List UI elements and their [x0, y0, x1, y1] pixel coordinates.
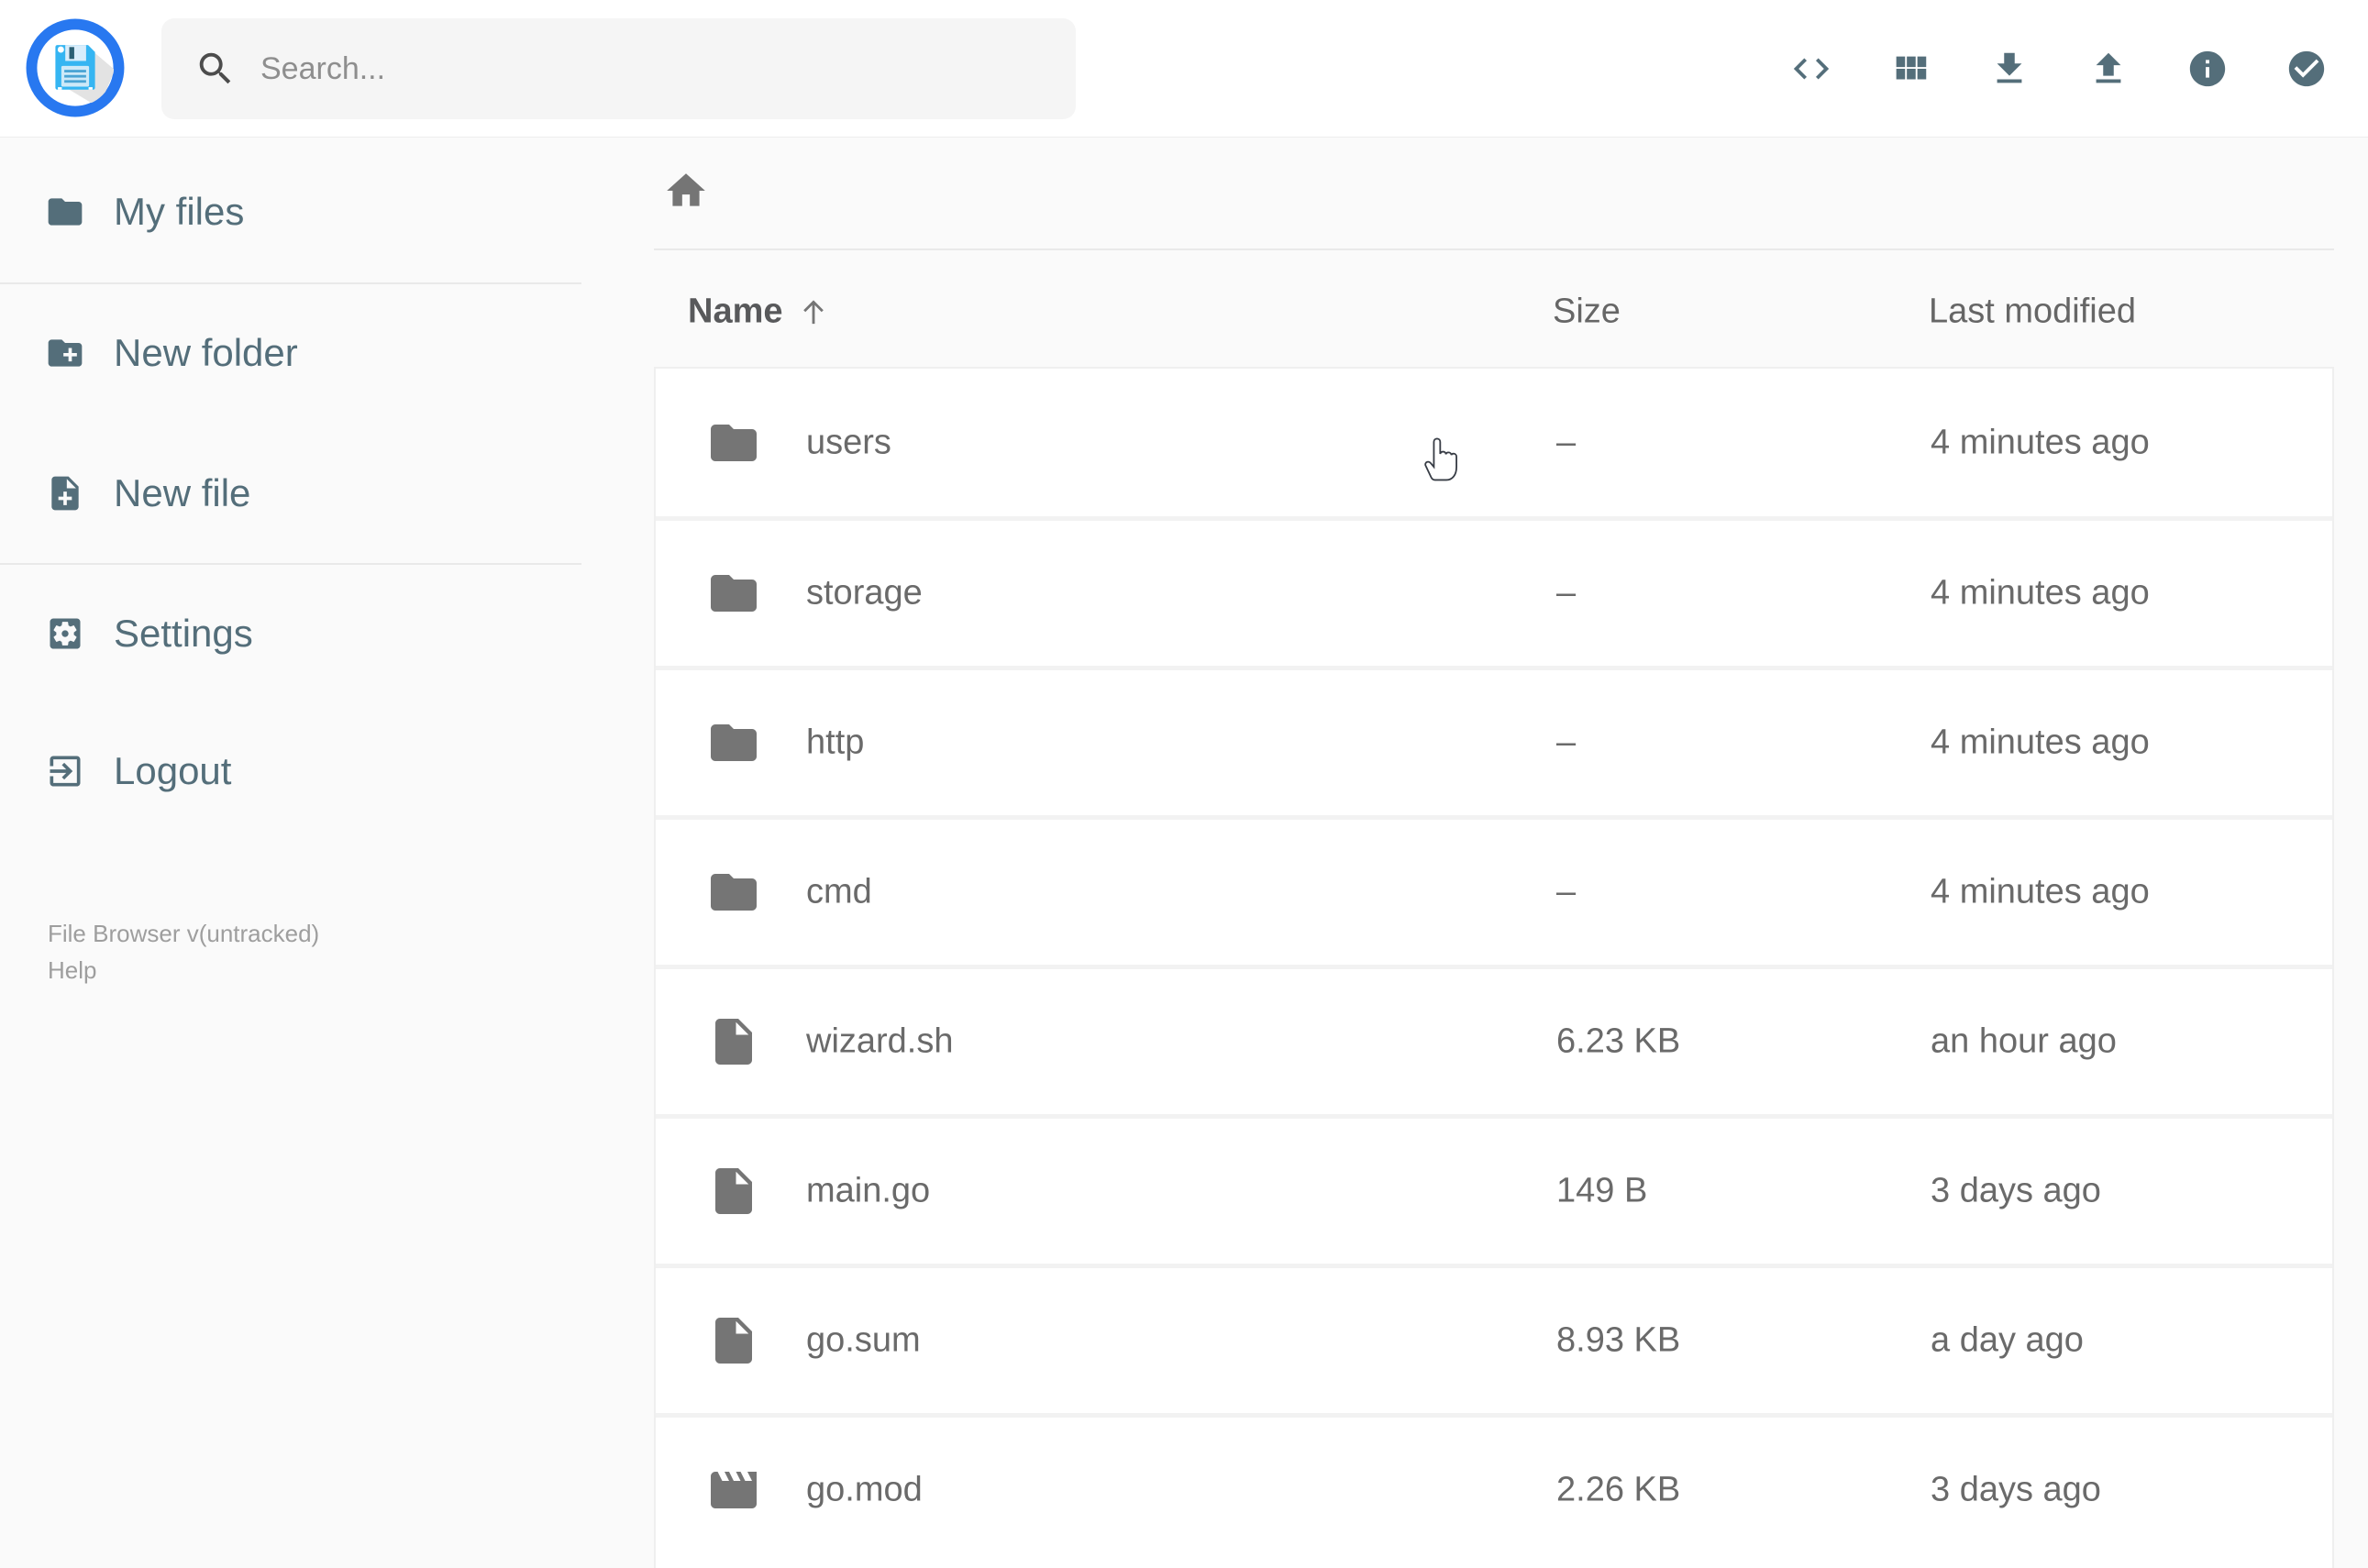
movie-icon: [706, 1463, 761, 1518]
file-size: –: [1556, 423, 1577, 461]
table-row[interactable]: cmd – 4 minutes ago: [656, 815, 2332, 965]
folder-icon: [706, 865, 761, 920]
file-name: users: [806, 423, 891, 461]
file-listing-area: Name Size Last modified users – 4 minute…: [654, 138, 2334, 1568]
column-header-size[interactable]: Size: [1553, 293, 1621, 332]
sidebar: My files New folder New file Settings Lo…: [0, 138, 581, 1522]
file-modified: 4 minutes ago: [1931, 573, 2150, 613]
sidebar-item-label: New file: [114, 471, 251, 514]
file-modified: 3 days ago: [1931, 1470, 2101, 1509]
help-link[interactable]: Help: [48, 952, 319, 988]
create-folder-icon: [45, 333, 85, 373]
breadcrumb-divider: [654, 248, 2334, 250]
file-modified: an hour ago: [1931, 1021, 2117, 1061]
code-icon[interactable]: [1790, 48, 1832, 90]
file-size: –: [1556, 573, 1577, 613]
sidebar-item-label: My files: [114, 190, 245, 233]
sidebar-divider: [0, 563, 581, 565]
logout-icon: [45, 751, 85, 791]
sidebar-divider: [0, 282, 581, 284]
download-icon[interactable]: [1988, 48, 2031, 90]
sidebar-item-logout[interactable]: Logout: [0, 744, 581, 799]
folder-icon: [706, 715, 761, 770]
file-modified: 4 minutes ago: [1931, 872, 2150, 911]
arrow-up-icon: [796, 294, 831, 329]
table-row[interactable]: http – 4 minutes ago: [656, 666, 2332, 815]
search-input[interactable]: [260, 50, 1012, 87]
info-icon[interactable]: [2186, 48, 2229, 90]
file-modified: 4 minutes ago: [1931, 423, 2150, 461]
floppy-disk-icon: [55, 45, 95, 90]
table-row[interactable]: storage – 4 minutes ago: [656, 516, 2332, 666]
breadcrumb[interactable]: [663, 168, 709, 214]
check-circle-icon[interactable]: [2285, 48, 2328, 90]
sidebar-item-my-files[interactable]: My files: [0, 184, 581, 239]
file-icon: [706, 1164, 761, 1219]
file-list: users – 4 minutes ago storage – 4 minute…: [654, 367, 2334, 1568]
sidebar-item-label: New folder: [114, 331, 298, 374]
create-file-icon: [45, 473, 85, 513]
file-icon: [706, 1313, 761, 1368]
column-header-last-modified[interactable]: Last modified: [1929, 293, 2136, 332]
table-row[interactable]: go.sum 8.93 KB a day ago: [656, 1264, 2332, 1413]
home-icon: [663, 168, 709, 214]
sidebar-item-label: Logout: [114, 749, 232, 792]
file-name: http: [806, 723, 865, 762]
filebrowser-logo[interactable]: [26, 18, 125, 117]
folder-icon: [706, 566, 761, 621]
column-header-name[interactable]: Name: [688, 293, 831, 332]
file-name: wizard.sh: [806, 1021, 954, 1061]
sidebar-item-new-folder[interactable]: New folder: [0, 326, 581, 381]
search-bar[interactable]: [161, 18, 1076, 119]
sidebar-item-settings[interactable]: Settings: [0, 606, 581, 661]
listing-header: Name Size Last modified: [654, 288, 2334, 336]
sidebar-item-label: Settings: [114, 612, 253, 655]
file-name: go.sum: [806, 1320, 921, 1360]
file-name: storage: [806, 573, 923, 613]
file-size: 6.23 KB: [1556, 1021, 1681, 1061]
grid-view-icon[interactable]: [1889, 48, 1931, 90]
file-icon: [706, 1014, 761, 1069]
header-toolbar: [1790, 0, 2328, 138]
table-row[interactable]: go.mod 2.26 KB 3 days ago: [656, 1413, 2332, 1562]
file-size: –: [1556, 872, 1577, 911]
file-modified: a day ago: [1931, 1320, 2084, 1360]
table-row[interactable]: wizard.sh 6.23 KB an hour ago: [656, 965, 2332, 1114]
folder-icon: [706, 415, 761, 470]
file-modified: 3 days ago: [1931, 1171, 2101, 1210]
file-size: 2.26 KB: [1556, 1470, 1681, 1509]
sidebar-footer: File Browser v(untracked) Help: [48, 915, 319, 988]
file-name: cmd: [806, 872, 872, 911]
version-link[interactable]: File Browser v(untracked): [48, 915, 319, 952]
file-size: 149 B: [1556, 1171, 1648, 1210]
table-row[interactable]: users – 4 minutes ago: [656, 369, 2332, 516]
file-size: 8.93 KB: [1556, 1320, 1681, 1360]
top-header: [0, 0, 2368, 138]
upload-icon[interactable]: [2087, 48, 2130, 90]
file-modified: 4 minutes ago: [1931, 723, 2150, 762]
folder-icon: [45, 192, 85, 232]
file-name: main.go: [806, 1171, 931, 1210]
settings-icon: [45, 613, 85, 654]
file-name: go.mod: [806, 1470, 923, 1509]
search-icon: [194, 48, 237, 90]
sidebar-item-new-file[interactable]: New file: [0, 466, 581, 521]
file-size: –: [1556, 723, 1577, 762]
table-row[interactable]: main.go 149 B 3 days ago: [656, 1114, 2332, 1264]
